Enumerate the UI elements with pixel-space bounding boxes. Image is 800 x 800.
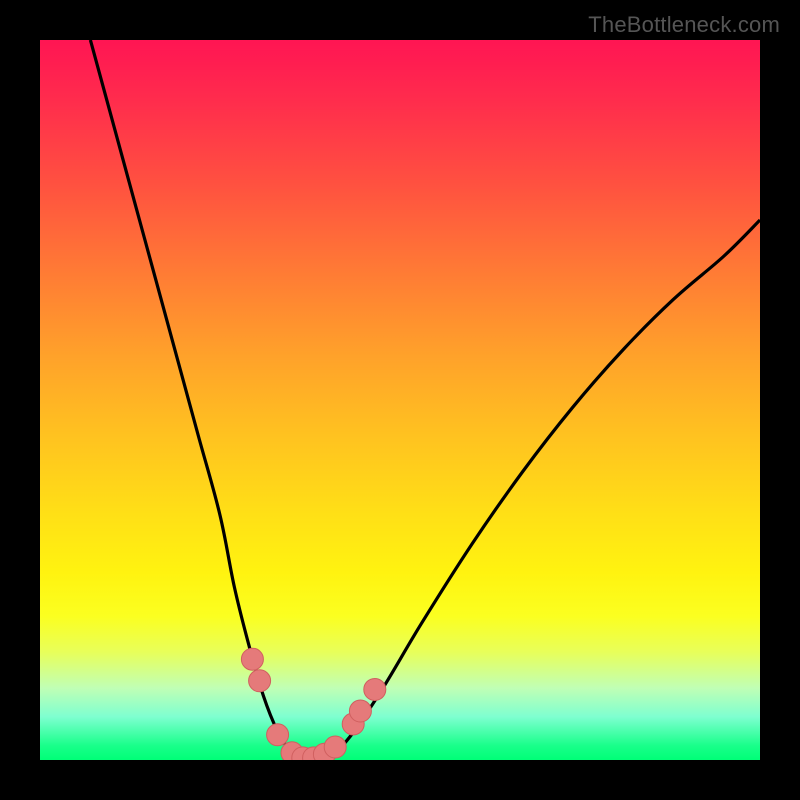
curve-marker — [249, 670, 271, 692]
chart-frame: TheBottleneck.com — [0, 0, 800, 800]
curve-marker — [349, 700, 371, 722]
curve-marker — [241, 648, 263, 670]
curve-marker — [324, 736, 346, 758]
curve-marker — [267, 724, 289, 746]
marker-group — [241, 648, 385, 760]
curve-marker — [364, 678, 386, 700]
chart-svg — [40, 40, 760, 760]
bottleneck-curve — [90, 40, 760, 760]
watermark-text: TheBottleneck.com — [588, 12, 780, 38]
